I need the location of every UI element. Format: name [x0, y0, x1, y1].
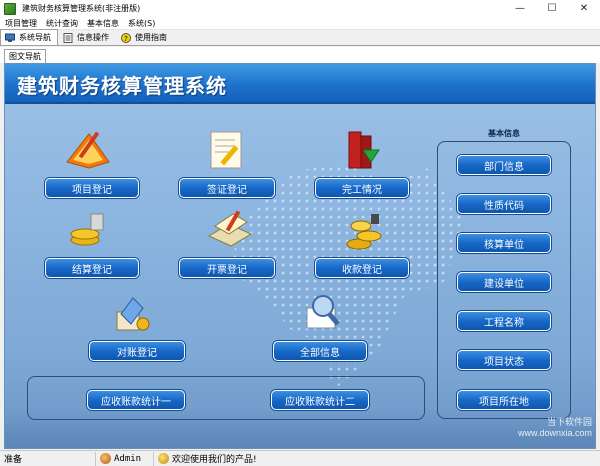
settlement-register-button[interactable]: 结算登记 — [45, 258, 139, 278]
tab-label: 信息操作 — [77, 33, 109, 42]
receivable-stat1-button[interactable]: 应收账款统计一 — [87, 390, 185, 410]
menu-bar: 项目管理 统计查询 基本信息 系统(S) — [0, 17, 600, 30]
document-icon — [63, 32, 73, 43]
side-item-project-name[interactable]: 工程名称 — [457, 311, 551, 331]
minimize-button[interactable]: — — [504, 0, 536, 17]
project-register-icon[interactable] — [63, 128, 113, 172]
side-item-project-status[interactable]: 项目状态 — [457, 350, 551, 370]
invoice-register-icon[interactable] — [205, 206, 255, 250]
side-item-project-location[interactable]: 项目所在地 — [457, 390, 551, 410]
project-register-button[interactable]: 项目登记 — [45, 178, 139, 198]
header-divider — [5, 102, 595, 104]
app-window: 建筑财务核算管理系统(非注册版) — ☐ ✕ 项目管理 统计查询 基本信息 系统… — [0, 0, 600, 466]
side-panel-title: 基本信息 — [488, 129, 520, 138]
watermark-line1: 当下软件园 — [546, 417, 592, 427]
completion-icon[interactable] — [343, 126, 383, 172]
watermark: 当下软件园 www.downxia.com — [518, 415, 592, 438]
sub-tab-bar: 图文导航 — [0, 47, 600, 63]
smile-icon — [158, 453, 169, 464]
reconcile-register-icon[interactable] — [113, 294, 153, 334]
side-item-construction-unit[interactable]: 建设单位 — [457, 272, 551, 292]
status-user: Admin — [96, 451, 154, 466]
visa-register-button[interactable]: 签证登记 — [179, 178, 275, 198]
status-bar: 准备 Admin 欢迎使用我们的产品! — [0, 450, 600, 466]
all-info-button[interactable]: 全部信息 — [273, 341, 367, 361]
navigation-panel: 建筑财务核算管理系统 项目登记 签证登记 完工情况 结算登记 开票登记 收款登记… — [4, 63, 596, 449]
invoice-register-button[interactable]: 开票登记 — [179, 258, 275, 278]
title-bar: 建筑财务核算管理系统(非注册版) — ☐ ✕ — [0, 0, 600, 17]
status-ready: 准备 — [0, 451, 96, 466]
monitor-icon — [5, 33, 15, 43]
menu-project-management[interactable]: 项目管理 — [1, 18, 41, 29]
visa-register-icon[interactable] — [205, 128, 249, 172]
close-button[interactable]: ✕ — [568, 0, 600, 17]
user-icon — [100, 453, 111, 464]
reconcile-register-button[interactable]: 对账登记 — [89, 341, 185, 361]
status-welcome: 欢迎使用我们的产品! — [154, 452, 257, 466]
svg-text:?: ? — [124, 35, 128, 43]
payment-register-button[interactable]: 收款登记 — [315, 258, 409, 278]
side-item-nature-code[interactable]: 性质代码 — [457, 194, 551, 214]
help-icon: ? — [121, 32, 131, 43]
tab-info-operations[interactable]: 信息操作 — [58, 30, 116, 45]
menu-statistics-query[interactable]: 统计查询 — [42, 18, 82, 29]
menu-system[interactable]: 系统(S) — [124, 18, 159, 29]
completion-button[interactable]: 完工情况 — [315, 178, 409, 198]
toolbar: 系统导航 信息操作 ? 使用指南 — [0, 29, 600, 46]
tab-label: 使用指南 — [135, 33, 167, 42]
window-title: 建筑财务核算管理系统(非注册版) — [22, 4, 141, 13]
menu-basic-info[interactable]: 基本信息 — [83, 18, 123, 29]
window-controls: — ☐ ✕ — [504, 0, 600, 17]
receivable-stat2-button[interactable]: 应收账款统计二 — [271, 390, 369, 410]
tab-user-guide[interactable]: ? 使用指南 — [116, 30, 174, 45]
side-item-department[interactable]: 部门信息 — [457, 155, 551, 175]
side-item-accounting-unit[interactable]: 核算单位 — [457, 233, 551, 253]
maximize-button[interactable]: ☐ — [536, 0, 568, 17]
status-username: Admin — [114, 453, 142, 464]
all-info-icon[interactable] — [303, 290, 347, 332]
panel-header: 建筑财务核算管理系统 — [5, 64, 595, 102]
watermark-line2: www.downxia.com — [517, 428, 592, 438]
app-icon — [4, 2, 16, 15]
tab-graphic-navigation[interactable]: 图文导航 — [4, 49, 46, 63]
tab-system-navigation[interactable]: 系统导航 — [0, 29, 58, 45]
settlement-register-icon[interactable] — [67, 210, 107, 248]
status-welcome-text: 欢迎使用我们的产品! — [172, 455, 257, 465]
tab-label: 系统导航 — [19, 33, 51, 42]
page-title: 建筑财务核算管理系统 — [17, 74, 227, 98]
payment-register-icon[interactable] — [345, 210, 385, 252]
